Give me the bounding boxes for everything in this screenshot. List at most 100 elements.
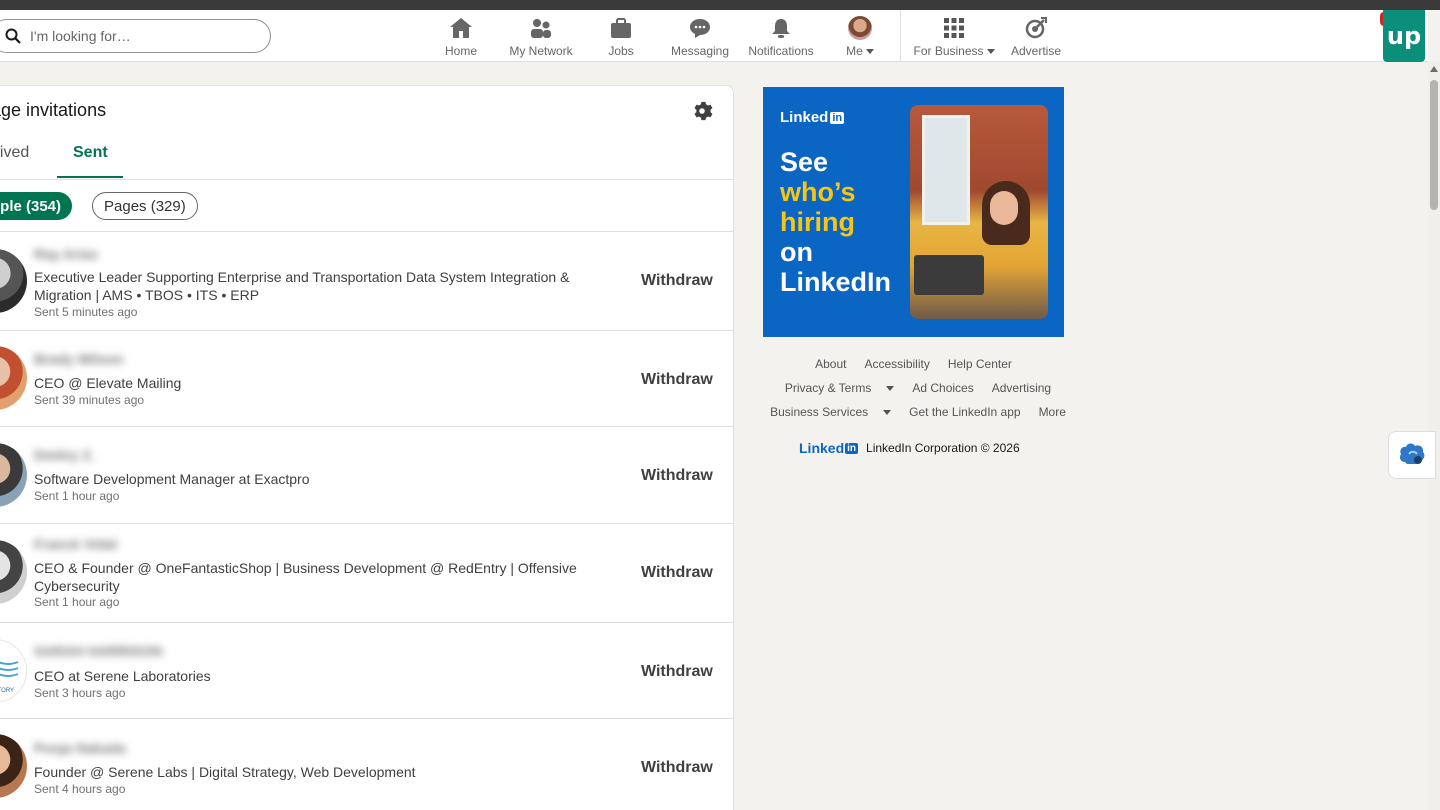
home-icon [448,16,474,40]
ad-brand-in: in [830,111,845,124]
invitation-row: Pooja Nakada Founder @ Serene Labs | Dig… [0,719,733,810]
filter-pills: ople (354) Pages (329) [0,180,733,232]
nav-notifications[interactable]: Notifications [744,16,818,60]
people-filter-pill[interactable]: ople (354) [0,192,73,220]
sent-time: Sent 4 hours ago [34,782,126,796]
avatar[interactable] [0,249,27,313]
footer-link-get-app[interactable]: Get the LinkedIn app [909,405,1020,419]
company-logo-icon: ATORY [0,661,19,694]
footer-link-business-services[interactable]: Business Services [761,405,892,419]
ad-photo [910,105,1048,319]
brain-icon [1400,443,1425,464]
footer-link-business-label: Business Services [770,405,869,419]
invitee-headline: Founder @ Serene Labs | Digital Strategy… [34,764,416,780]
invitation-row: ATORY SARAH HARRISON CEO at Serene Labor… [0,623,733,719]
chevron-down-icon [986,48,995,54]
invitee-headline: Software Development Manager at Exactpro [34,471,310,487]
withdraw-button[interactable]: Withdraw [641,564,713,582]
nav-home[interactable]: Home [441,16,481,60]
upwork-extension-button[interactable]: up [1383,10,1425,62]
sent-time: Sent 5 minutes ago [34,305,138,319]
invitation-row: Franck Vidal CEO & Founder @ OneFantasti… [0,524,733,623]
nav-advertise[interactable]: Advertise [1008,16,1064,60]
invitee-headline: CEO at Serene Laboratories [34,668,211,684]
avatar[interactable]: ATORY [0,639,27,703]
search-input[interactable]: I'm looking for… [0,19,271,53]
avatar[interactable] [0,734,27,798]
page-title: age invitations [0,100,107,120]
linkedin-logo-in: in [845,442,859,454]
invitee-headline: CEO @ Elevate Mailing [34,375,182,391]
invitee-name[interactable]: Brady Wilson [34,351,123,367]
withdraw-button[interactable]: Withdraw [641,371,713,389]
invitee-name[interactable]: Dmitry Z. [34,447,95,463]
nav-jobs[interactable]: Jobs [603,16,639,60]
footer-link-about[interactable]: About [815,357,846,371]
footer-link-advertising[interactable]: Advertising [992,381,1051,395]
invitee-name[interactable]: Franck Vidal [34,536,117,552]
withdraw-button[interactable]: Withdraw [641,759,713,777]
ad-headline-line: hiring [780,207,855,237]
nav-me-label: Me [846,44,863,58]
floating-extension-widget[interactable] [1388,431,1436,479]
tab-sent[interactable]: Sent [73,144,108,162]
nav-messaging[interactable]: Messaging [669,16,731,60]
chevron-down-icon [865,48,874,54]
nav-jobs-label: Jobs [608,44,634,58]
sent-time: Sent 1 hour ago [34,595,120,609]
footer-links: About Accessibility Help Center Privacy … [761,356,1066,428]
tab-received[interactable]: eived [0,144,29,162]
nav-divider [900,10,901,62]
nav-for-business[interactable]: For Business [911,16,997,60]
sent-time: Sent 1 hour ago [34,489,120,503]
nav-my-network[interactable]: My Network [505,16,577,60]
chevron-down-icon [883,409,892,415]
avatar[interactable] [0,346,27,410]
withdraw-button[interactable]: Withdraw [641,467,713,485]
advertise-icon [1023,16,1049,40]
search-icon [5,28,21,44]
briefcase-icon [608,16,634,40]
nav-me[interactable]: Me [840,16,880,60]
nav-for-business-label: For Business [913,44,984,58]
ad-headline-line: See [780,147,829,177]
scroll-up-arrow-icon[interactable] [1430,66,1438,72]
linkedin-logo: Linked in [799,440,859,456]
footer-link-help-center[interactable]: Help Center [948,357,1012,371]
invitee-name[interactable]: SARAH HARRISON [34,643,162,659]
nav-my-network-label: My Network [509,44,573,58]
people-icon [528,16,554,40]
chevron-down-icon [886,385,895,391]
gear-icon[interactable] [691,100,713,122]
message-icon [687,16,713,40]
invitation-row: Dmitry Z. Software Development Manager a… [0,427,733,524]
sent-time: Sent 39 minutes ago [34,393,145,407]
footer-link-privacy[interactable]: Privacy & Terms [776,381,895,395]
invitee-headline: Executive Leader Supporting Enterprise a… [34,269,570,303]
avatar [848,16,872,40]
nav-home-label: Home [444,44,477,58]
avatar[interactable] [0,443,27,507]
invitee-name[interactable]: Pooja Nakada [34,740,126,756]
footer-link-privacy-label: Privacy & Terms [784,381,872,395]
ad-headline-line: who’s [780,177,856,207]
nav-notifications-label: Notifications [748,44,814,58]
invitation-row: Brady Wilson CEO @ Elevate Mailing Sent … [0,331,733,427]
invitee-name[interactable]: Ray Arias [34,246,98,262]
withdraw-button[interactable]: Withdraw [641,272,713,290]
ad-brand-text: Linked [780,109,829,126]
linkedin-hiring-ad[interactable]: Linked in See who’s hiring on LinkedIn [763,87,1064,337]
footer-copyright: Linked in LinkedIn Corporation © 2026 [799,440,1020,456]
invitations-card: age invitations eived Sent ople (354) Pa… [0,85,734,810]
footer-link-more[interactable]: More [1039,405,1066,419]
avatar[interactable] [0,540,27,604]
bell-icon [768,16,794,40]
footer-link-ad-choices[interactable]: Ad Choices [912,381,973,395]
withdraw-button[interactable]: Withdraw [641,663,713,681]
footer-link-accessibility[interactable]: Accessibility [864,357,929,371]
pages-filter-pill[interactable]: Pages (329) [92,192,198,220]
global-nav: I'm looking for… Home My Network Jobs Me… [0,10,1428,62]
sent-time: Sent 3 hours ago [34,686,126,700]
scrollbar-thumb[interactable] [1430,80,1438,210]
active-tab-indicator [57,176,123,178]
